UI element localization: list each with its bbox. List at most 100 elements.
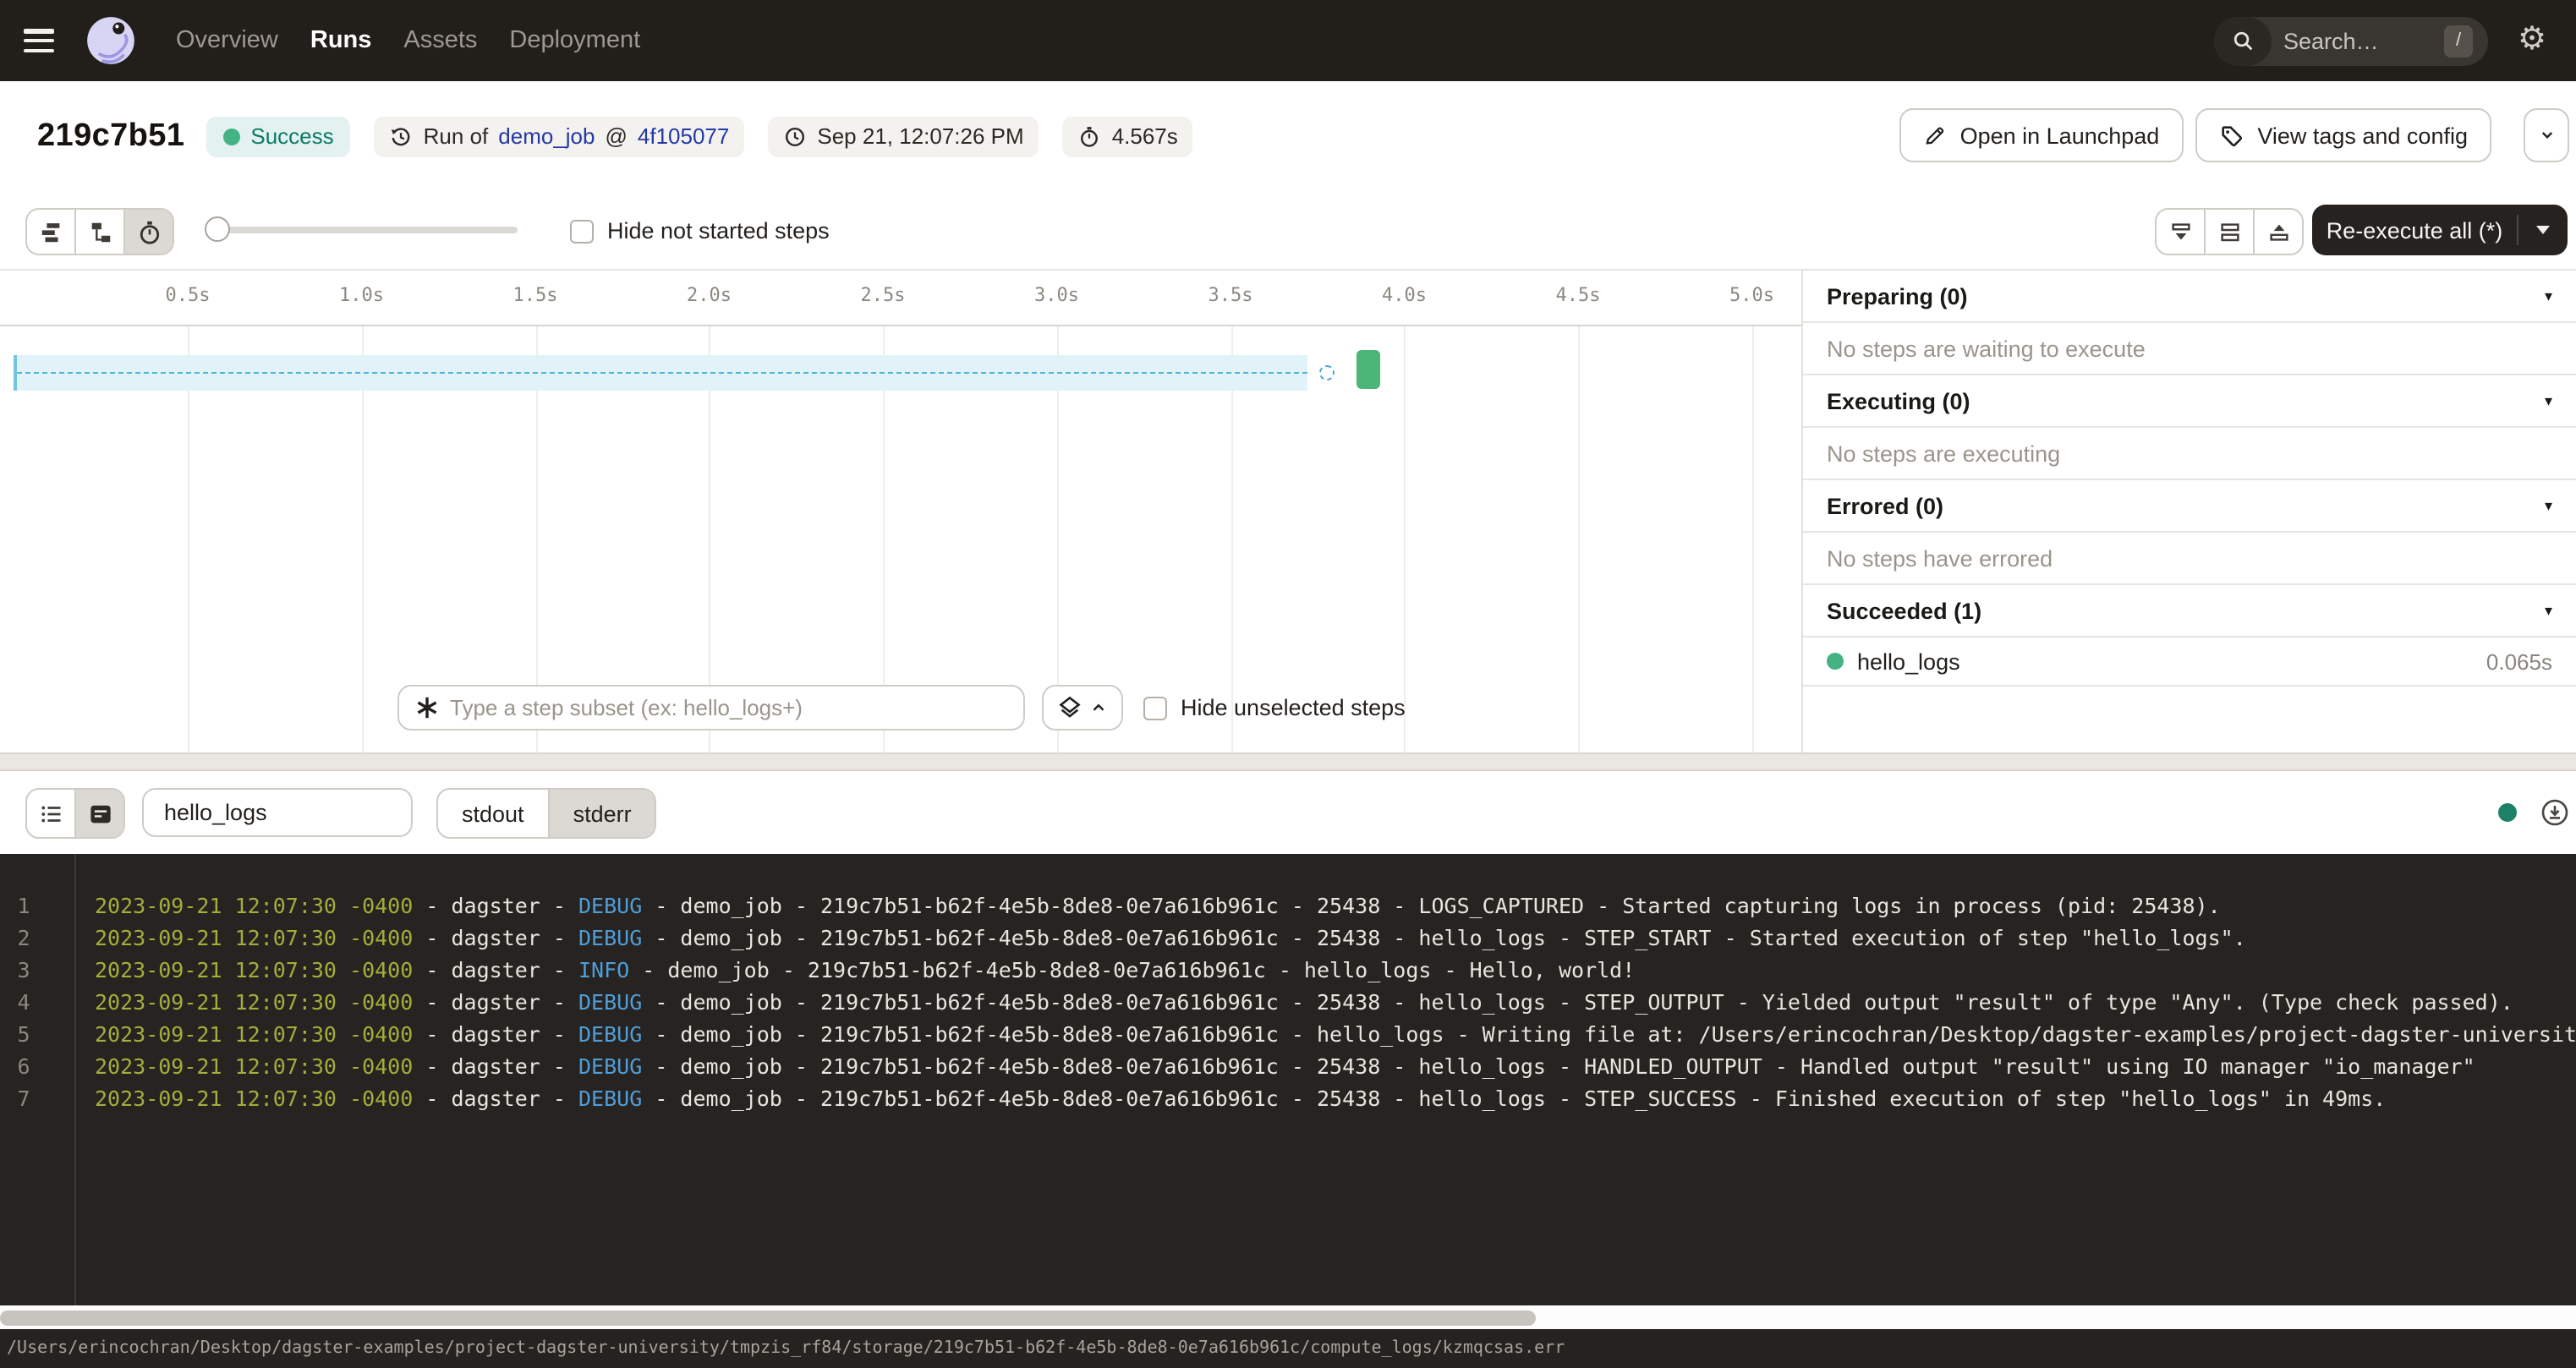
flat-view-icon — [38, 219, 63, 244]
step-row[interactable]: hello_logs0.065s — [1803, 637, 2576, 687]
panel-splitter[interactable] — [0, 752, 2576, 771]
job-link[interactable]: demo_job — [498, 123, 595, 149]
search-input[interactable]: Search… / — [2214, 16, 2488, 65]
hide-not-started-label: Hide not started steps — [607, 218, 830, 244]
bar-arrow-down-icon — [2168, 219, 2193, 244]
reexecute-options-caret[interactable] — [2517, 215, 2568, 245]
history-icon — [390, 124, 414, 148]
open-in-launchpad-button[interactable]: Open in Launchpad — [1899, 108, 2184, 162]
main-nav: Overview Runs Assets Deployment — [176, 27, 640, 54]
clock-icon — [783, 124, 807, 148]
run-of-tag: Run of demo_job @ 4f105077 — [375, 116, 745, 156]
hamburger-menu-icon[interactable] — [24, 29, 54, 52]
structured-log-view-button[interactable] — [27, 790, 74, 837]
step-name: hello_logs — [1857, 648, 2486, 674]
axis-tick: 2.5s — [861, 284, 906, 306]
log-toolbar: hello_logs stdout stderr — [0, 771, 2576, 854]
waiting-band — [14, 355, 1307, 391]
list-icon — [38, 801, 63, 826]
step-subset-placeholder: Type a step subset (ex: hello_logs+) — [450, 695, 803, 720]
nav-overview[interactable]: Overview — [176, 27, 278, 54]
step-bar-hello-logs[interactable] — [1357, 350, 1380, 389]
dagster-logo-icon[interactable] — [83, 13, 139, 68]
step-duration: 0.065s — [2486, 648, 2552, 674]
section-empty-text: No steps have errored — [1803, 533, 2576, 585]
section-header[interactable]: Preparing (0)▾ — [1803, 271, 2576, 323]
slider-thumb[interactable] — [205, 216, 230, 242]
tab-stderr[interactable]: stderr — [548, 790, 655, 837]
log-line: 42023-09-21 12:07:30 -0400 - dagster - D… — [0, 986, 2576, 1018]
step-status-panel: Preparing (0)▾No steps are waiting to ex… — [1801, 271, 2576, 752]
gear-icon[interactable]: ⚙ — [2488, 0, 2576, 81]
chevron-down-icon: ▾ — [2545, 496, 2552, 515]
raw-log-view-button[interactable] — [74, 790, 123, 837]
gantt-view-mode-group — [25, 208, 174, 255]
log-step-filter-input[interactable]: hello_logs — [142, 788, 413, 837]
op-selector-icon — [414, 695, 440, 720]
stopwatch-icon — [136, 219, 162, 244]
nav-deployment[interactable]: Deployment — [509, 27, 640, 54]
raw-log-viewer: 12023-09-21 12:07:30 -0400 - dagster - D… — [0, 854, 2576, 1305]
log-line: 22023-09-21 12:07:30 -0400 - dagster - D… — [0, 922, 2576, 954]
axis-tick: 3.5s — [1209, 284, 1253, 306]
more-actions-button[interactable] — [2524, 108, 2569, 162]
collapse-up-button[interactable] — [2253, 210, 2302, 254]
section-header[interactable]: Executing (0)▾ — [1803, 375, 2576, 428]
reexecute-all-button[interactable]: Re-execute all (*) — [2312, 205, 2568, 255]
flat-view-button[interactable] — [27, 210, 74, 254]
hide-unselected-checkbox[interactable] — [1143, 696, 1167, 720]
chevron-down-icon — [2536, 125, 2557, 145]
log-line: 62023-09-21 12:07:30 -0400 - dagster - D… — [0, 1050, 2576, 1082]
status-badge: Success — [206, 116, 350, 156]
download-logs-button[interactable] — [2540, 798, 2569, 827]
view-tags-config-button[interactable]: View tags and config — [2195, 108, 2491, 162]
line-number: 5 — [0, 1018, 47, 1050]
axis-tick: 3.0s — [1034, 284, 1079, 306]
log-line: 52023-09-21 12:07:30 -0400 - dagster - D… — [0, 1018, 2576, 1050]
status-dot — [1827, 653, 1844, 670]
log-file-path-bar: /Users/erincochran/Desktop/dagster-examp… — [0, 1329, 2576, 1368]
step-marker-circle — [1319, 365, 1335, 380]
line-number: 1 — [0, 889, 47, 922]
gantt-toolbar: Hide not started steps — [0, 191, 2576, 271]
hide-not-started-control: Hide not started steps — [570, 218, 830, 244]
hide-unselected-label: Hide unselected steps — [1181, 695, 1406, 720]
step-subset-input[interactable]: Type a step subset (ex: hello_logs+) — [397, 685, 1025, 731]
hide-unselected-control: Hide unselected steps — [1143, 695, 1406, 720]
nav-runs[interactable]: Runs — [310, 27, 372, 54]
axis-tick: 1.5s — [513, 284, 558, 306]
log-stream-tabs: stdout stderr — [436, 788, 657, 839]
timestamp-tag: Sep 21, 12:07:26 PM — [768, 116, 1039, 156]
expand-rows-button[interactable] — [2204, 210, 2253, 254]
tag-icon — [2218, 123, 2244, 148]
graph-query-toggle-button[interactable] — [1042, 685, 1123, 731]
axis-tick: 5.0s — [1729, 284, 1774, 306]
collapse-down-button[interactable] — [2157, 210, 2204, 254]
axis-tick: 4.0s — [1382, 284, 1427, 306]
line-number: 4 — [0, 986, 47, 1018]
nav-assets[interactable]: Assets — [403, 27, 477, 54]
gantt-chart: 0.5s1.0s1.5s2.0s2.5s3.0s3.5s4.0s4.5s5.0s… — [0, 271, 1801, 752]
scrollbar-thumb[interactable] — [0, 1310, 1536, 1325]
hide-not-started-checkbox[interactable] — [570, 219, 594, 243]
section-empty-text: No steps are executing — [1803, 428, 2576, 480]
waterfall-view-icon — [87, 219, 112, 244]
download-icon — [2540, 798, 2569, 827]
commit-link[interactable]: 4f105077 — [638, 123, 729, 149]
section-title: Succeeded (1) — [1827, 598, 2545, 623]
section-empty-text: No steps are waiting to execute — [1803, 323, 2576, 375]
gantt-fit-group — [2155, 208, 2304, 255]
console-icon — [87, 801, 112, 826]
run-header: 219c7b51 Success Run of demo_job @ 4f105… — [0, 81, 2576, 191]
tab-stdout[interactable]: stdout — [438, 790, 548, 837]
section-header[interactable]: Succeeded (1)▾ — [1803, 585, 2576, 637]
stream-status-dot — [2498, 803, 2517, 822]
horizontal-scrollbar — [0, 1305, 2576, 1329]
waterfall-view-button[interactable] — [74, 210, 123, 254]
log-line: 12023-09-21 12:07:30 -0400 - dagster - D… — [0, 889, 2576, 922]
status-dot — [223, 128, 240, 145]
log-line: 32023-09-21 12:07:30 -0400 - dagster - I… — [0, 954, 2576, 986]
section-header[interactable]: Errored (0)▾ — [1803, 480, 2576, 533]
timed-view-button[interactable] — [123, 210, 173, 254]
gantt-zoom-slider[interactable] — [206, 227, 518, 233]
